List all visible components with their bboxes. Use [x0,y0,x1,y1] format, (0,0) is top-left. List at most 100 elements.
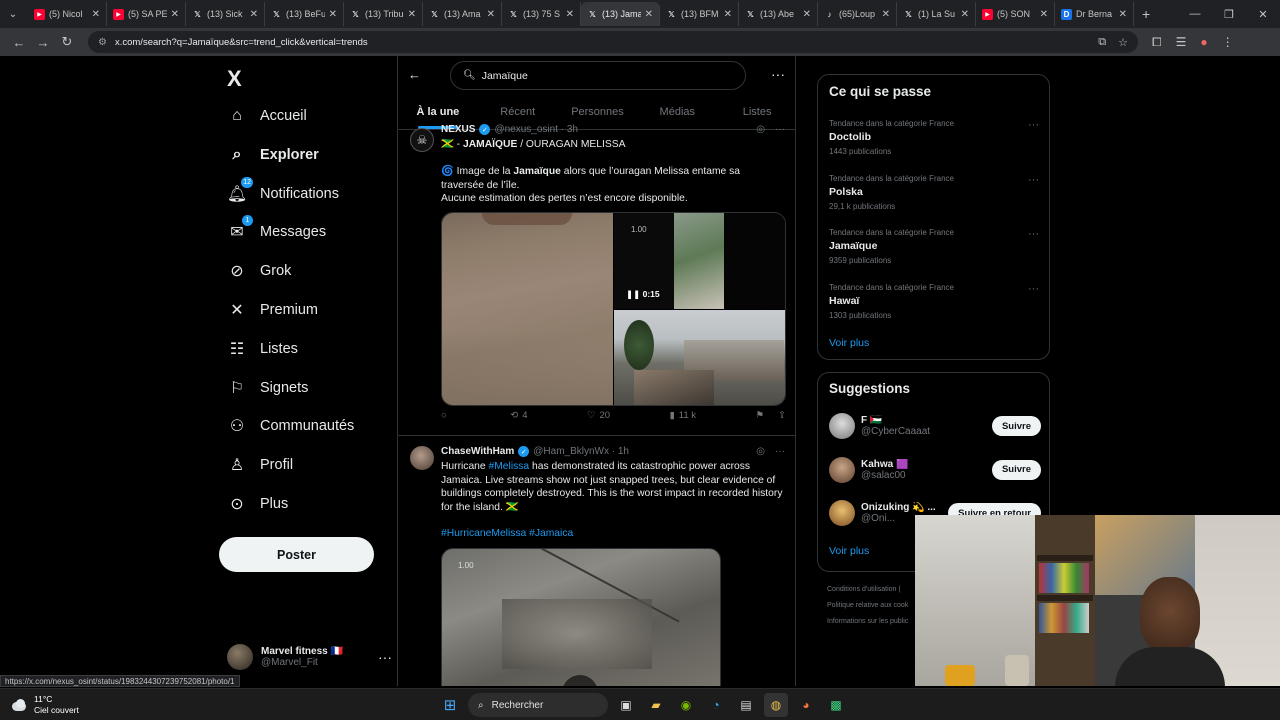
browser-tab[interactable]: 𝕏 (13) 75 S ✕ [502,2,581,26]
damage-image[interactable] [614,310,785,405]
footer-link[interactable]: Informations sur les public [827,614,908,630]
sidebar-item-people[interactable]: ⚇ Communautés [227,411,354,441]
file-explorer-icon[interactable]: ▰ [644,693,668,717]
hashtags[interactable]: #HurricaneMelissa #Jamaica [441,527,783,541]
nvidia-icon[interactable]: ◉ [674,693,698,717]
sidebar-item-home[interactable]: ⌂ Accueil [227,101,307,131]
browser-menu-icon[interactable]: ⋮ [1222,35,1234,50]
extensions-icon[interactable]: ⧠ [1152,35,1162,50]
app-icon[interactable]: ▩ [824,693,848,717]
restore-button[interactable]: ❐ [1212,0,1246,28]
sidebar-item-list[interactable]: ☷ Listes [227,334,298,364]
browser-tab[interactable]: 𝕏 (13) BeFu ✕ [265,2,344,26]
windows-start-icon[interactable]: ⊞ [438,693,462,717]
trend-item[interactable]: Tendance dans la catégorie France Hawaï 13… [829,283,1039,320]
account-switcher[interactable]: Marvel fitness 🇫🇷 @Marvel_Fit ··· [227,642,392,672]
tab-close-icon[interactable]: ✕ [1040,9,1048,20]
avatar[interactable] [829,500,855,526]
avatar[interactable]: ☠ [410,128,434,152]
avatar[interactable] [410,446,434,470]
author-handle[interactable]: @Ham_BklynWx · 1h [533,446,629,457]
edge-icon[interactable]: ◔ [704,693,728,717]
tab-close-icon[interactable]: ✕ [329,9,337,20]
avatar[interactable] [829,413,855,439]
tweet[interactable]: ChaseWithHam ✓ @Ham_BklynWx · 1h ◎ ··· H… [398,442,795,686]
tab-close-icon[interactable]: ✕ [487,9,495,20]
sidebar-item-mail[interactable]: ✉ 1 Messages [227,215,326,247]
tab-close-icon[interactable]: ✕ [250,9,258,20]
suggestion-item[interactable]: F 🇵🇸 @CyberCaaaat Suivre [829,410,1041,442]
taskbar-search[interactable]: ⌕ Rechercher [468,693,608,717]
address-bar[interactable]: ⚙ x.com/search?q=Jamaïque&src=trend_clic… [88,31,1138,53]
sidebar-item-grok[interactable]: ⊘ Grok [227,256,291,286]
sidebar-item-bookmark[interactable]: ⚐ Signets [227,373,309,403]
tab-close-icon[interactable]: ✕ [171,9,179,20]
trend-more-icon[interactable]: ··· [1028,174,1039,186]
new-tab-button[interactable]: + [1142,6,1150,22]
search-input[interactable]: 🔍︎ Jamaïque [450,61,746,90]
hashtag-link[interactable]: #Melissa [489,461,530,472]
tweet-more-icon[interactable]: ··· [775,446,785,457]
footer-link[interactable]: Politique relative aux cook [827,598,908,614]
post-button[interactable]: Poster [219,537,374,572]
install-app-icon[interactable]: ⧉ [1098,36,1106,49]
browser-tab[interactable]: 𝕏 (13) BFM ✕ [660,2,739,26]
suggestions-see-more[interactable]: Voir plus [829,545,869,557]
bookmark-icon[interactable]: ⚑ [756,410,765,421]
repost-button[interactable]: ⟲ 4 [510,410,527,421]
video-thumbnail[interactable]: 1.00 ❚❚ 0:15 [614,213,785,309]
tab-close-icon[interactable]: ✕ [408,9,416,20]
back-arrow-icon[interactable]: ← [408,67,421,82]
chrome-icon[interactable]: ◍ [764,693,788,717]
tab-close-icon[interactable]: ✕ [1119,9,1127,20]
play-icon[interactable]: ▶ [562,675,598,686]
sidebar-item-x[interactable]: ✕ Premium [227,295,318,325]
grok-icon[interactable]: ◎ [756,446,765,457]
trend-more-icon[interactable]: ··· [1028,228,1039,240]
back-button[interactable]: ← [8,31,30,53]
forward-button[interactable]: → [32,31,54,53]
tweet-more-icon[interactable]: ··· [775,124,785,135]
pause-icon[interactable]: ❚❚ [626,289,640,299]
suggestion-item[interactable]: Kahwa 🟪 @salac00 Suivre [829,454,1041,486]
follow-button[interactable]: Suivre [991,459,1041,480]
follow-button[interactable]: Suivre [991,416,1041,436]
grok-icon[interactable]: ◎ [756,124,765,135]
reload-button[interactable]: ↻ [56,31,78,53]
trends-see-more[interactable]: Voir plus [829,337,869,349]
trend-item[interactable]: Tendance dans la catégorie France Doctoli… [829,119,1039,156]
browser-tab[interactable]: 𝕏 (13) Sick ✕ [186,2,265,26]
reply-button[interactable]: ○ [441,410,451,421]
browser-tab[interactable]: D Dr Berna ✕ [1055,2,1134,26]
search-options-icon[interactable]: ··· [771,66,785,82]
flood-image[interactable] [442,213,613,405]
close-window-button[interactable]: ✕ [1246,0,1280,28]
browser-tab[interactable]: ▶ (5) SON ✕ [976,2,1055,26]
browser-tab[interactable]: 𝕏 (13) Abe ✕ [739,2,818,26]
more-icon[interactable]: ··· [378,649,392,665]
browser-tab[interactable]: 𝕏 (1) La Su ✕ [897,2,976,26]
browser-tab[interactable]: 𝕏 (13) Ama ✕ [423,2,502,26]
views-button[interactable]: ▮ 11 k [670,410,697,421]
browser-tab[interactable]: ▶ (5) Nicol ✕ [28,2,107,26]
weather-widget[interactable]: 11°C Ciel couvert [10,694,79,716]
browser-tab[interactable]: 𝕏 (13) Jama ✕ [581,2,660,26]
tab-close-icon[interactable]: ✕ [803,9,811,20]
video-player[interactable]: 1.00 ▶ [441,548,721,686]
footer-link[interactable]: Conditions d'utilisation | [827,582,908,598]
trend-item[interactable]: Tendance dans la catégorie France Jamaïqu… [829,228,1039,265]
sidebar-item-person[interactable]: ♙ Profil [227,450,293,480]
store-icon[interactable]: ▤ [734,693,758,717]
trend-more-icon[interactable]: ··· [1028,119,1039,131]
author-handle[interactable]: @nexus_osint · 3h [494,124,578,135]
like-button[interactable]: ♡ 20 [587,410,610,421]
tab-close-icon[interactable]: ✕ [961,9,969,20]
trend-item[interactable]: Tendance dans la catégorie France Polska 2… [829,174,1039,211]
tab-search-menu-icon[interactable]: ⌄ [4,5,22,23]
bookmark-star-icon[interactable]: ☆ [1118,36,1128,49]
sidebar-item-more-circle[interactable]: ⊙ Plus [227,489,288,519]
tab-close-icon[interactable]: ✕ [566,9,574,20]
firefox-icon[interactable]: ◕ [794,693,818,717]
tab-close-icon[interactable]: ✕ [92,9,100,20]
author-name[interactable]: NEXUS [441,124,475,135]
